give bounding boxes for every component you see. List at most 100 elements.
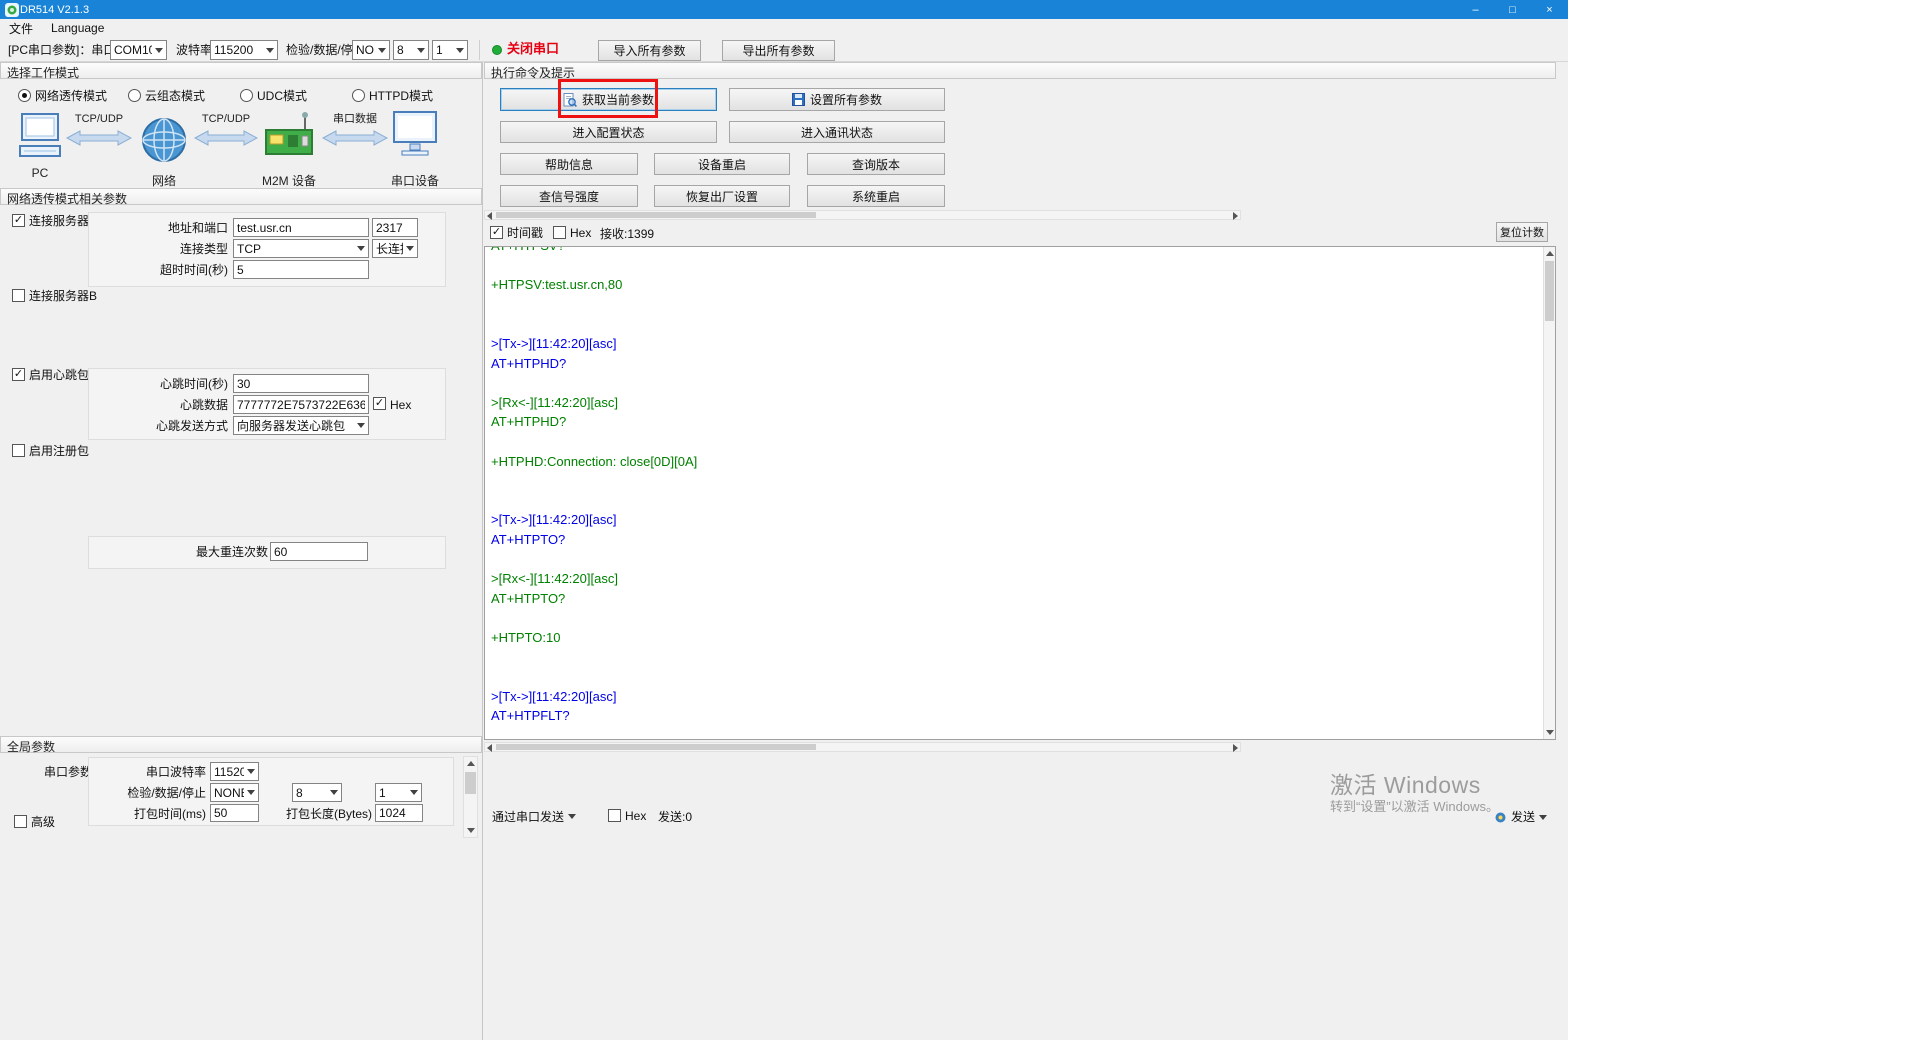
- left-panel-vscrollbar[interactable]: [463, 756, 478, 838]
- command-header: 执行命令及提示: [484, 62, 1556, 79]
- chevron-down-icon: [410, 790, 418, 795]
- set-params-button[interactable]: 设置所有参数: [729, 88, 945, 111]
- com-port-select[interactable]: COM10: [110, 40, 167, 60]
- conn-type-label: 连接类型: [90, 242, 228, 256]
- enter-comm-button[interactable]: 进入通讯状态: [729, 121, 945, 143]
- server-port-input[interactable]: [372, 218, 418, 237]
- hb-time-input[interactable]: [233, 374, 369, 393]
- help-info-button[interactable]: 帮助信息: [500, 153, 638, 175]
- conn-type-select[interactable]: TCP: [233, 239, 369, 258]
- hb-time-label: 心跳时间(秒): [90, 377, 228, 391]
- signal-strength-button[interactable]: 查信号强度: [500, 185, 638, 207]
- scroll-thumb[interactable]: [496, 212, 816, 218]
- databits-value: 8: [397, 43, 414, 57]
- recv-hex-checkbox[interactable]: [553, 226, 566, 239]
- radio-net-transparent-mode[interactable]: [18, 89, 31, 102]
- factory-reset-button[interactable]: 恢复出厂设置: [654, 185, 790, 207]
- scroll-left-icon[interactable]: [487, 212, 492, 220]
- radio-httpd-mode[interactable]: [352, 89, 365, 102]
- conn-keep-select[interactable]: 长连接: [372, 239, 418, 258]
- baud-select[interactable]: 115200: [210, 40, 278, 60]
- double-arrow-icon: [66, 130, 132, 149]
- sent-counter: 发送:0: [658, 810, 692, 824]
- close-button[interactable]: ×: [1531, 0, 1568, 19]
- global-baud-value: 115200: [214, 765, 244, 779]
- import-params-button[interactable]: 导入所有参数: [598, 40, 701, 61]
- enter-config-button[interactable]: 进入配置状态: [500, 121, 717, 143]
- timestamp-checkbox[interactable]: [490, 226, 503, 239]
- log-hscrollbar-top[interactable]: [484, 210, 1241, 220]
- minimize-button[interactable]: –: [1457, 0, 1494, 19]
- register-checkbox[interactable]: [12, 444, 25, 457]
- menu-item-language[interactable]: Language: [51, 21, 104, 35]
- stopbits-select[interactable]: 1: [432, 40, 468, 60]
- reset-count-button[interactable]: 复位计数: [1496, 222, 1548, 242]
- scroll-thumb[interactable]: [496, 744, 816, 750]
- log-line: +HTPTO:10: [491, 630, 1539, 650]
- scroll-up-icon[interactable]: [1546, 251, 1554, 256]
- global-stopbits-select[interactable]: 1: [375, 783, 422, 802]
- log-line: [491, 552, 1539, 572]
- scroll-thumb[interactable]: [465, 772, 476, 794]
- reconnect-input[interactable]: [270, 542, 368, 561]
- hb-data-input[interactable]: [233, 395, 369, 414]
- port-open-status-icon: [492, 45, 502, 55]
- arrow2-label: TCP/UDP: [192, 113, 260, 125]
- server-b-label: 连接服务器B: [29, 289, 97, 303]
- server-addr-input[interactable]: [233, 218, 369, 237]
- scroll-right-icon[interactable]: [1233, 744, 1238, 752]
- send-button[interactable]: 发送: [1494, 806, 1547, 828]
- close-port-button[interactable]: 关闭串口: [507, 42, 559, 56]
- query-version-button[interactable]: 查询版本: [807, 153, 945, 175]
- query-version-label: 查询版本: [852, 156, 900, 173]
- hb-mode-select[interactable]: 向服务器发送心跳包: [233, 416, 369, 435]
- signal-strength-label: 查信号强度: [539, 188, 599, 205]
- device-reboot-button[interactable]: 设备重启: [654, 153, 790, 175]
- pack-time-input[interactable]: [210, 804, 259, 822]
- global-baud-select[interactable]: 115200: [210, 762, 259, 781]
- scroll-right-icon[interactable]: [1233, 212, 1238, 220]
- parity-select[interactable]: NONE: [352, 40, 390, 60]
- maximize-button[interactable]: □: [1494, 0, 1531, 19]
- advanced-label: 高级: [31, 815, 55, 829]
- app-icon: [5, 3, 19, 17]
- advanced-checkbox[interactable]: [14, 815, 27, 828]
- activate-windows-watermark-line1: 激活 Windows: [1330, 766, 1481, 800]
- server-a-checkbox[interactable]: [12, 214, 25, 227]
- timeout-input[interactable]: [233, 260, 369, 279]
- menu-item-file[interactable]: 文件: [9, 20, 33, 37]
- log-vscrollbar[interactable]: [1543, 247, 1555, 739]
- heartbeat-checkbox[interactable]: [12, 368, 25, 381]
- global-databits-select[interactable]: 8: [292, 783, 342, 802]
- window-controls: – □ ×: [1457, 0, 1568, 19]
- send-via-serial-dropdown[interactable]: 通过串口发送: [492, 806, 576, 827]
- send-hex-checkbox[interactable]: [608, 809, 621, 822]
- device-reboot-label: 设备重启: [698, 156, 746, 173]
- global-parity-select[interactable]: NONE: [210, 783, 259, 802]
- m2m-device-icon: [262, 110, 316, 165]
- log-line: [491, 473, 1539, 493]
- databits-select[interactable]: 8: [393, 40, 429, 60]
- get-params-button[interactable]: 获取当前参数: [500, 88, 717, 111]
- pack-length-input[interactable]: [375, 804, 423, 822]
- scroll-down-icon[interactable]: [467, 828, 475, 833]
- log-line: [491, 258, 1539, 278]
- scroll-left-icon[interactable]: [487, 744, 492, 752]
- scroll-down-icon[interactable]: [1546, 730, 1554, 735]
- timeout-label: 超时时间(秒): [90, 263, 228, 277]
- chevron-down-icon: [247, 769, 255, 774]
- export-params-button[interactable]: 导出所有参数: [722, 40, 835, 61]
- log-line: [491, 649, 1539, 669]
- scroll-up-icon[interactable]: [467, 761, 475, 766]
- scroll-thumb[interactable]: [1545, 261, 1554, 321]
- recv-label: 接收:: [600, 227, 627, 241]
- send-button-label: 发送: [1511, 810, 1535, 824]
- radio-udc-mode[interactable]: [240, 89, 253, 102]
- server-b-checkbox[interactable]: [12, 289, 25, 302]
- log-hscrollbar-bottom[interactable]: [484, 742, 1241, 752]
- radio-cloud-mode[interactable]: [128, 89, 141, 102]
- chevron-down-icon: [406, 246, 414, 251]
- system-reboot-button[interactable]: 系统重启: [807, 185, 945, 207]
- log-area[interactable]: AT+HTPSV? +HTPSV:test.usr.cn,80 >[Tx->][…: [484, 246, 1556, 740]
- hb-hex-checkbox[interactable]: [373, 397, 386, 410]
